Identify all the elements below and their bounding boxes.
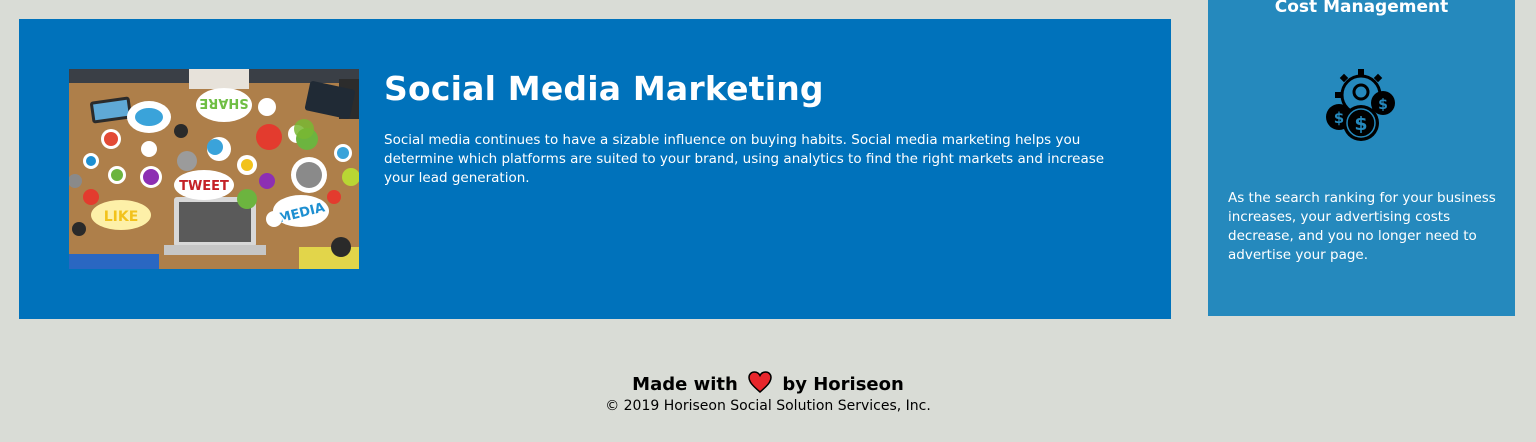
tweet-bubble-label: TWEET (179, 179, 229, 194)
svg-text:$: $ (1354, 113, 1367, 135)
like-bubble-label: LIKE (104, 209, 139, 225)
social-media-marketing-section: SHARE TWEET LIKE MEDIA Social Media Mark… (19, 19, 1171, 319)
article-body: Social media continues to have a sizable… (384, 132, 1105, 186)
cost-management-icon: $ $ $ (1321, 65, 1401, 145)
footer-copyright: © 2019 Horiseon Social Solution Services… (605, 398, 931, 414)
svg-text:$: $ (1378, 97, 1388, 113)
benefit-body: As the search ranking for your business … (1228, 190, 1496, 263)
cost-management-card: Cost Management $ $ $ As the search rank… (1208, 0, 1515, 316)
share-bubble-label: SHARE (199, 95, 248, 110)
social-media-illustration: SHARE TWEET LIKE MEDIA (69, 69, 359, 269)
article-title: Social Media Marketing (384, 69, 824, 108)
benefit-title: Cost Management (1274, 0, 1449, 17)
social-media-marketing-image: SHARE TWEET LIKE MEDIA (69, 69, 359, 269)
svg-text:$: $ (1334, 109, 1344, 127)
footer-made-prefix: Made with (632, 374, 738, 395)
footer-made-suffix: by Horiseon (782, 374, 904, 395)
